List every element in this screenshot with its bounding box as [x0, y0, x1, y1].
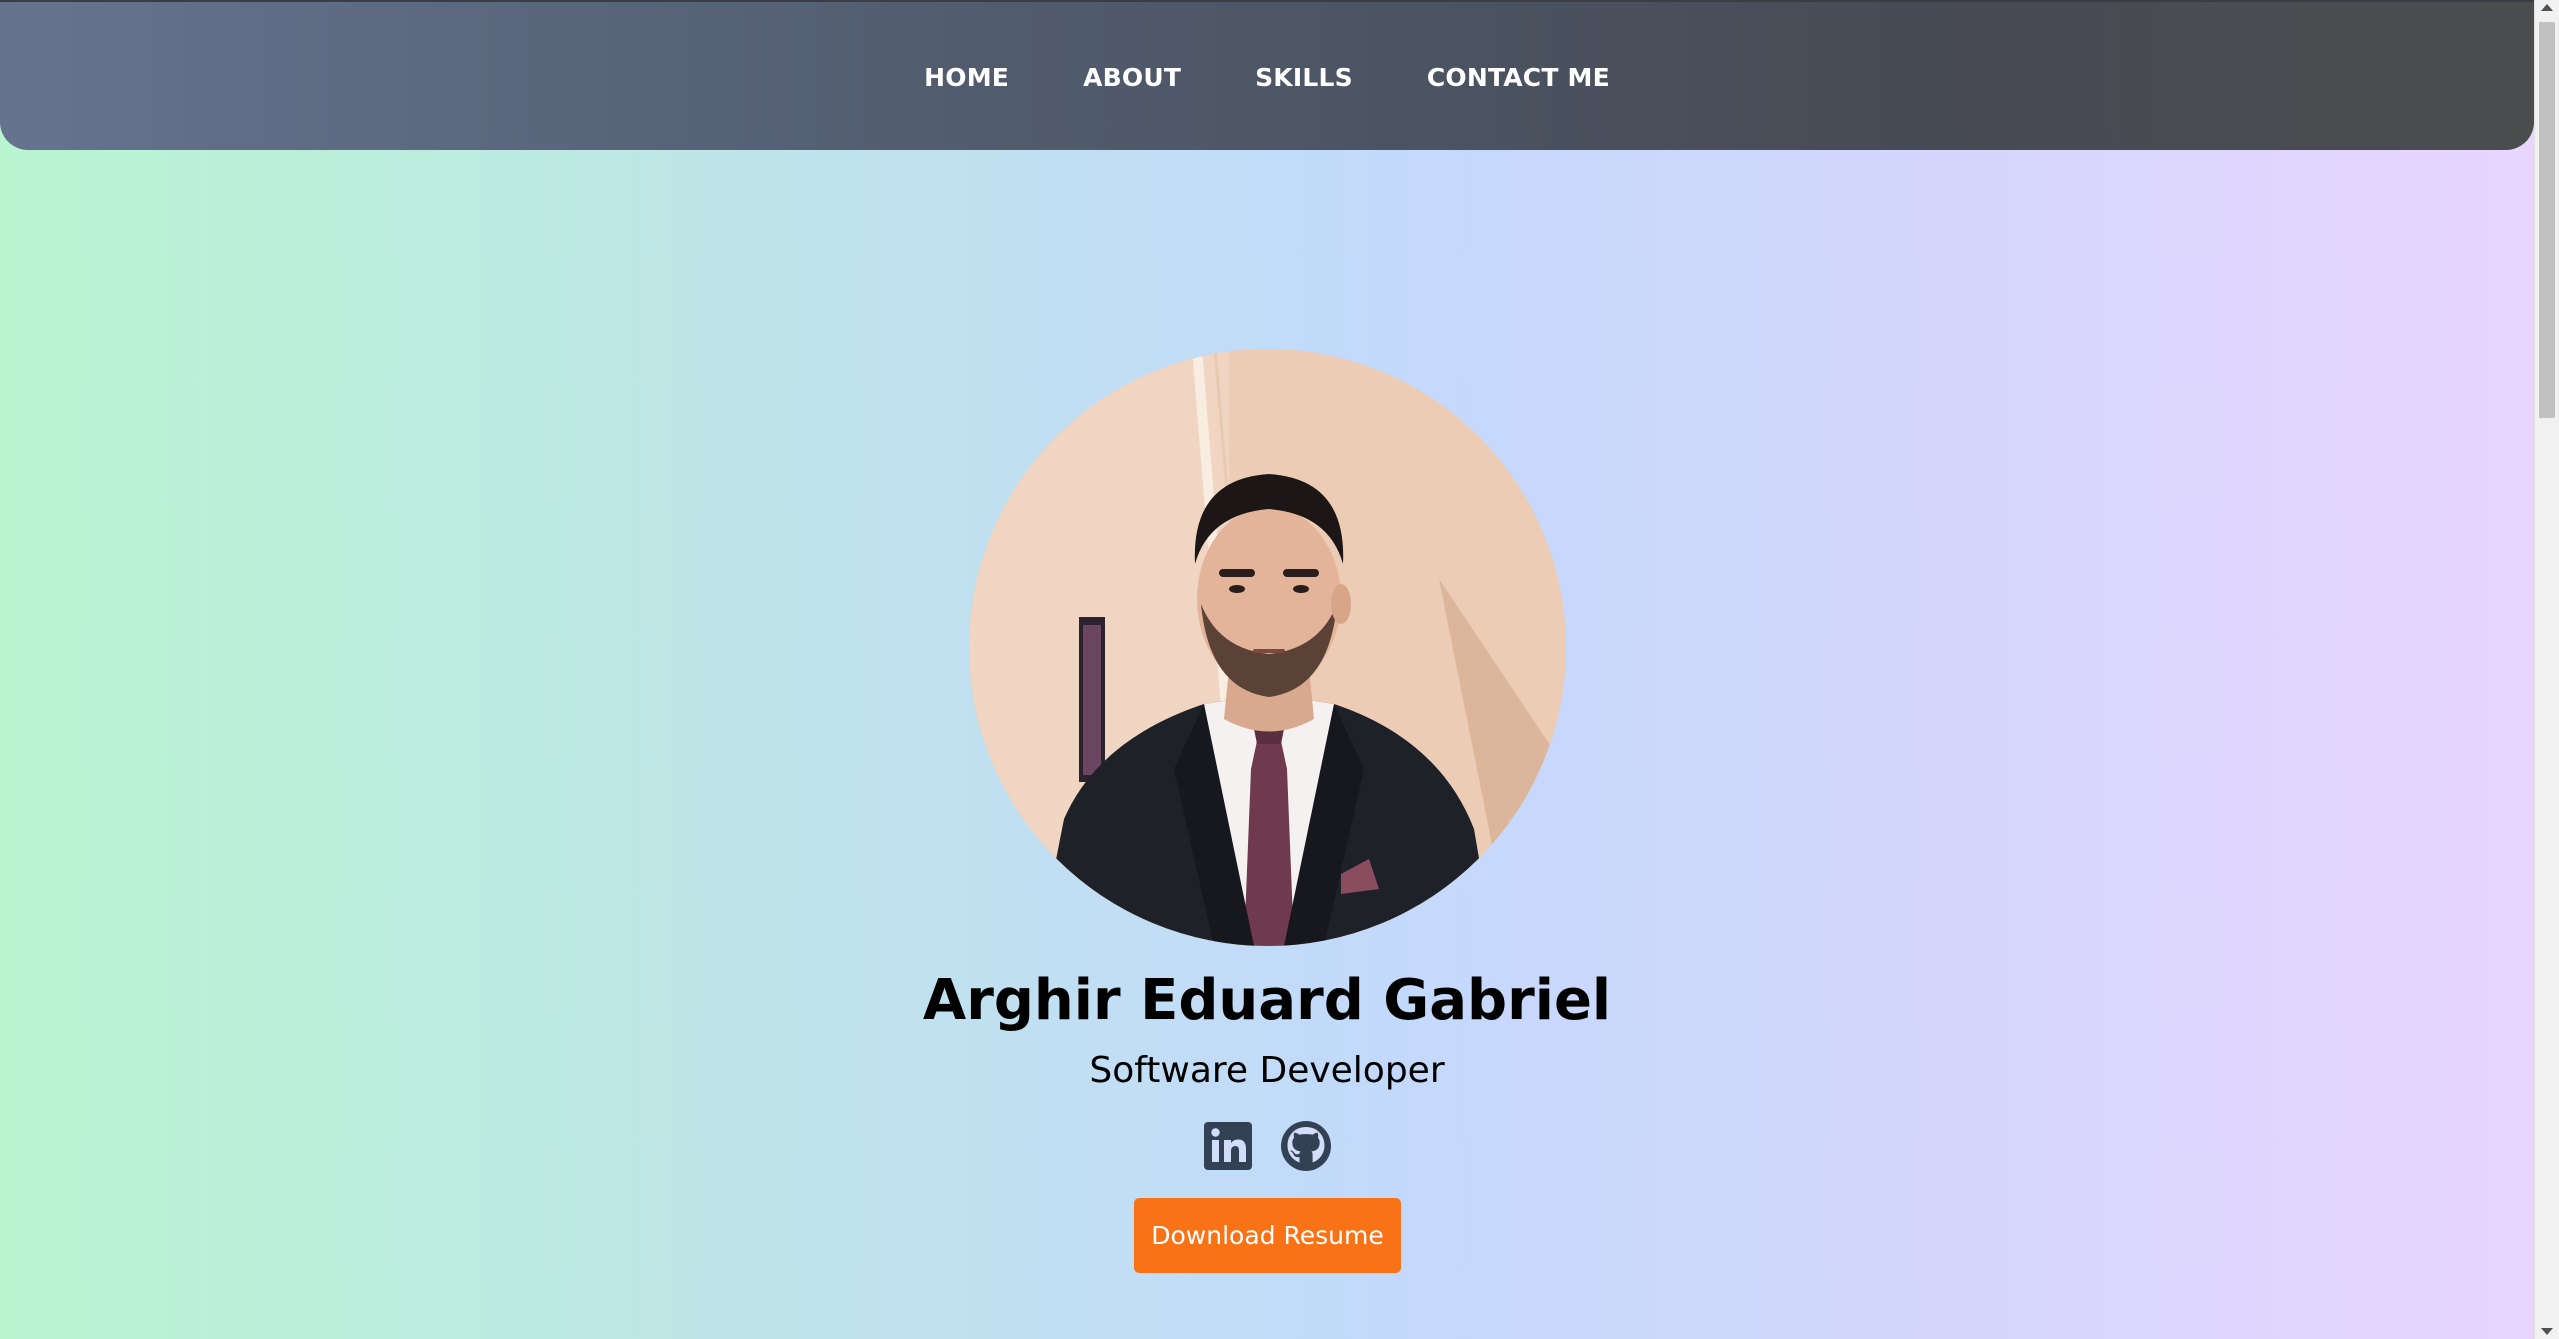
profile-photo-illustration — [969, 349, 1566, 946]
page: HOME ABOUT SKILLS CONTACT ME Arghir Edua… — [0, 0, 2559, 1339]
scroll-up-arrow-icon[interactable] — [2541, 4, 2553, 11]
social-links — [1202, 1119, 1342, 1173]
scroll-down-arrow-icon[interactable] — [2541, 1328, 2553, 1335]
github-icon[interactable] — [1280, 1120, 1332, 1172]
linkedin-icon[interactable] — [1202, 1120, 1254, 1172]
scroll-thumb[interactable] — [2539, 22, 2555, 418]
profile-section: Arghir Eduard Gabriel Software Developer… — [0, 0, 2534, 1339]
profile-photo — [969, 349, 1566, 946]
profile-name: Arghir Eduard Gabriel — [922, 968, 1612, 1033]
page-scrollbar[interactable] — [2534, 0, 2559, 1339]
profile-role: Software Developer — [1089, 1050, 1445, 1091]
download-resume-button[interactable]: Download Resume — [1134, 1198, 1401, 1273]
